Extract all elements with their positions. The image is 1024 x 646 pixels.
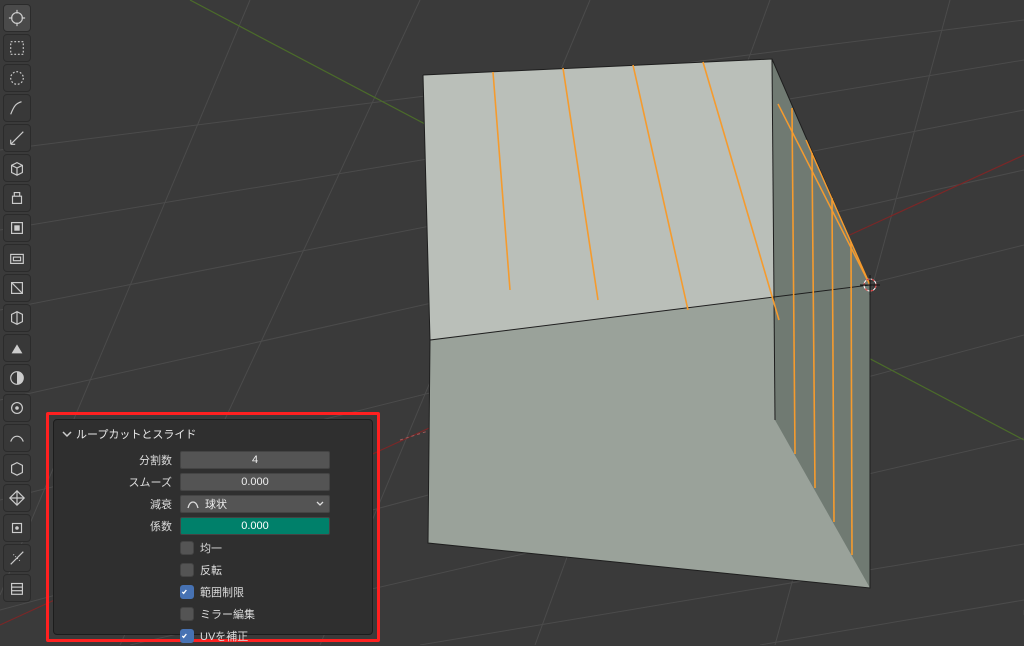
tool-loop-cut[interactable]	[3, 304, 31, 332]
even-checkbox[interactable]: 均一	[62, 540, 222, 556]
tool-add-cube[interactable]	[3, 154, 31, 182]
tool-extrude-region[interactable]	[3, 184, 31, 212]
tool-scale-cage[interactable]	[3, 64, 31, 92]
factor-field[interactable]: 0.000	[180, 517, 330, 535]
cuts-field[interactable]: 4	[180, 451, 330, 469]
falloff-label: 減衰	[62, 496, 180, 512]
tool-shrink-fatten[interactable]	[3, 484, 31, 512]
flip-checkbox[interactable]: 反転	[62, 562, 222, 578]
clamp-checkbox[interactable]: 範囲制限	[62, 584, 244, 600]
operator-panel-highlight: ループカットとスライド 分割数 4 スムーズ 0.000 減衰 球状 係数 0.…	[46, 412, 380, 642]
tool-rip-region[interactable]	[3, 574, 31, 602]
smooth-field[interactable]: 0.000	[180, 473, 330, 491]
tool-extrude-faces[interactable]	[3, 214, 31, 242]
tool-inset-faces[interactable]	[3, 244, 31, 272]
panel-title: ループカットとスライド	[76, 426, 196, 442]
tool-knife[interactable]	[3, 334, 31, 362]
smooth-label: スムーズ	[62, 474, 180, 490]
operator-panel[interactable]: ループカットとスライド 分割数 4 スムーズ 0.000 減衰 球状 係数 0.…	[53, 419, 373, 635]
panel-header[interactable]: ループカットとスライド	[62, 426, 364, 442]
tool-shear[interactable]	[3, 544, 31, 572]
tool-annotate[interactable]	[3, 94, 31, 122]
uv-checkbox[interactable]: UVを補正	[62, 628, 248, 644]
tool-shelf	[0, 0, 34, 645]
mirror-checkbox[interactable]: ミラー編集	[62, 606, 255, 622]
cuts-label: 分割数	[62, 452, 180, 468]
tool-measure[interactable]	[3, 124, 31, 152]
tool-push-pull[interactable]	[3, 514, 31, 542]
tool-bevel[interactable]	[3, 274, 31, 302]
sphere-icon	[187, 498, 199, 510]
falloff-dropdown[interactable]: 球状	[180, 495, 330, 513]
chevron-down-icon	[316, 500, 324, 508]
tool-poly-build[interactable]	[3, 364, 31, 392]
tool-spin[interactable]	[3, 394, 31, 422]
tool-select-box[interactable]	[3, 34, 31, 62]
tool-edge-slide[interactable]	[3, 454, 31, 482]
tool-cursor[interactable]	[3, 4, 31, 32]
tool-smooth[interactable]	[3, 424, 31, 452]
factor-label: 係数	[62, 518, 180, 534]
chevron-down-icon	[62, 429, 72, 439]
